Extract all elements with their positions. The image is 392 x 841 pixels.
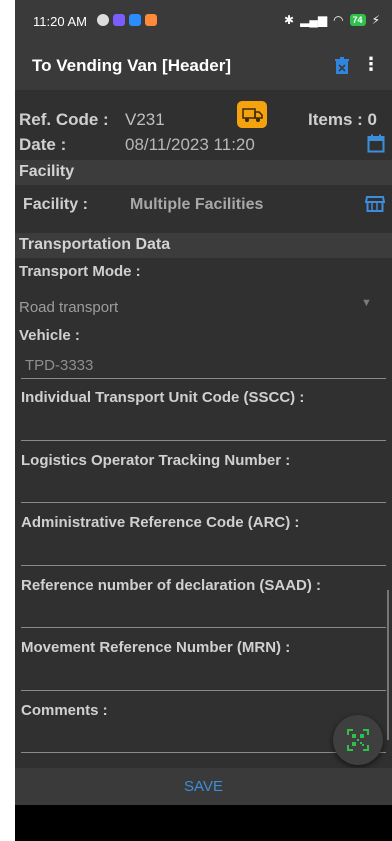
- qr-scan-button[interactable]: [333, 715, 383, 765]
- system-navigation-bar: [15, 805, 392, 841]
- saad-label: Reference number of declaration (SAAD) :: [21, 577, 322, 594]
- form-content: Ref. Code : V231 Items : 0 Date : 08/11/…: [15, 90, 392, 768]
- date-label: Date :: [19, 135, 67, 154]
- transportation-section-header: Transportation Data: [15, 233, 392, 258]
- facility-section-title: Facility: [19, 163, 75, 180]
- app-icon-blue: [129, 14, 141, 26]
- charging-icon: ⚡: [371, 13, 380, 27]
- phone-screen: 11:20 AM ✱ ▂▄▆ ◠ 74 ⚡ To Vending Van [He…: [15, 0, 392, 841]
- signal-icon: ▂▄▆: [300, 13, 328, 27]
- status-bar: 11:20 AM ✱ ▂▄▆ ◠ 74 ⚡: [15, 0, 392, 44]
- alarm-icon: [97, 14, 109, 26]
- arc-input[interactable]: [21, 565, 386, 566]
- ref-code-label: Ref. Code :: [19, 110, 109, 129]
- save-bar: SAVE: [15, 768, 392, 805]
- battery-icon: 74: [349, 14, 366, 26]
- more-options-icon[interactable]: ⋮: [362, 54, 380, 75]
- status-right: ✱ ▂▄▆ ◠ 74 ⚡: [284, 13, 380, 27]
- qr-code-icon: [347, 729, 369, 751]
- items-count: Items : 0: [308, 110, 377, 129]
- tracking-number-input[interactable]: [21, 502, 386, 503]
- app-icon-purple: [113, 14, 125, 26]
- wifi-icon: ◠: [333, 13, 344, 27]
- comments-input[interactable]: [21, 752, 386, 753]
- delete-icon[interactable]: [334, 57, 350, 75]
- mrn-input[interactable]: [21, 690, 386, 691]
- mrn-label: Movement Reference Number (MRN) :: [21, 639, 291, 656]
- facility-section-header: Facility: [15, 160, 392, 185]
- facility-store-icon[interactable]: [365, 195, 385, 213]
- transport-mode-select[interactable]: Road transport: [19, 299, 118, 316]
- vehicle-label: Vehicle :: [19, 327, 80, 344]
- status-time: 11:20 AM: [33, 14, 87, 29]
- sscc-input[interactable]: [21, 440, 386, 441]
- saad-input[interactable]: [21, 627, 386, 628]
- calendar-icon[interactable]: [367, 134, 385, 153]
- sscc-label: Individual Transport Unit Code (SSCC) :: [21, 389, 305, 406]
- bluetooth-icon: ✱: [284, 13, 295, 27]
- ref-code-value: V231: [125, 110, 165, 129]
- transportation-section-title: Transportation Data: [19, 236, 171, 253]
- date-value: 08/11/2023 11:20: [125, 135, 255, 154]
- save-button[interactable]: SAVE: [15, 778, 392, 795]
- dropdown-arrow-icon[interactable]: ▼: [361, 297, 372, 309]
- facility-label: Facility :: [23, 196, 88, 213]
- vending-van-badge: [237, 101, 267, 128]
- van-icon: [242, 108, 263, 122]
- app-icon-orange: [145, 14, 157, 26]
- scrollbar[interactable]: [387, 590, 389, 740]
- facility-value[interactable]: Multiple Facilities: [130, 196, 263, 214]
- tracking-number-label: Logistics Operator Tracking Number :: [21, 452, 291, 469]
- page-title: To Vending Van [Header]: [32, 56, 231, 75]
- app-bar: To Vending Van [Header] ⋮: [15, 44, 392, 90]
- notification-icons: [97, 14, 157, 26]
- transport-mode-label: Transport Mode :: [19, 263, 141, 280]
- vehicle-input-underline: [21, 378, 386, 379]
- comments-label: Comments :: [21, 702, 108, 719]
- vehicle-input[interactable]: TPD-3333: [25, 357, 93, 374]
- arc-label: Administrative Reference Code (ARC) :: [21, 514, 300, 531]
